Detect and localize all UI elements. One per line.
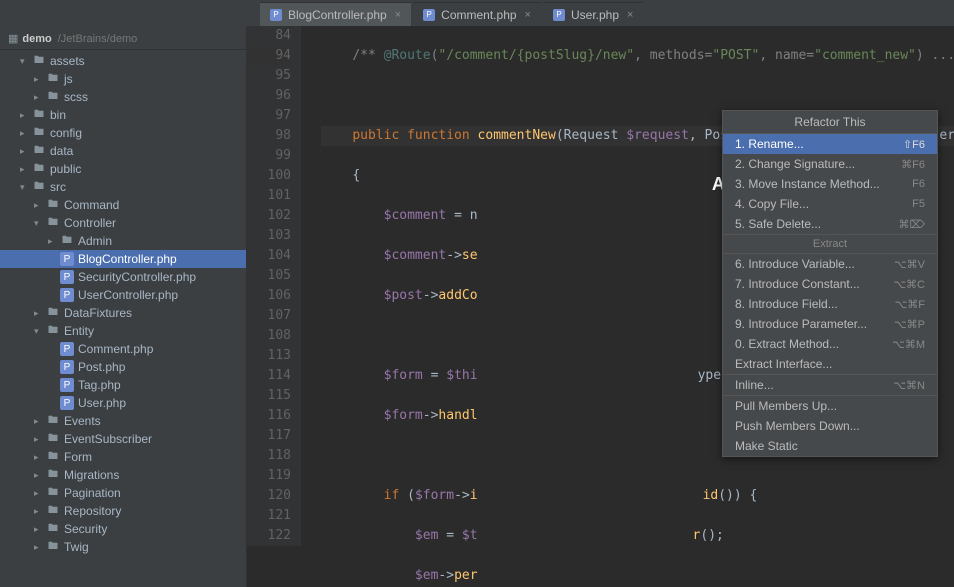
menu-item-shortcut: ⌥⌘V	[894, 258, 925, 271]
refactor-context-menu: Refactor This 1. Rename... ⇧F6 2. Change S…	[722, 110, 938, 457]
php-icon: P	[553, 9, 565, 21]
editor-tabs: P BlogController.php × P Comment.php × P…	[0, 0, 954, 26]
menu-item-label: 8. Introduce Field...	[735, 297, 838, 311]
menu-item-shortcut: ⌘⌦	[898, 218, 925, 231]
tree-folder-public[interactable]: ▸🖿public	[0, 160, 246, 178]
menu-item-move-instance-method-[interactable]: 3. Move Instance Method... F6	[723, 174, 937, 194]
tree-file-tag[interactable]: PTag.php	[0, 376, 246, 394]
tree-file-post[interactable]: PPost.php	[0, 358, 246, 376]
tree-folder-repository[interactable]: ▸🖿Repository	[0, 502, 246, 520]
menu-item-label: 1. Rename...	[735, 137, 804, 151]
php-icon: P	[423, 9, 435, 21]
tree-folder-admin[interactable]: ▸🖿Admin	[0, 232, 246, 250]
menu-item-label: 0. Extract Method...	[735, 337, 839, 351]
menu-item-introduce-field-[interactable]: 8. Introduce Field... ⌥⌘F	[723, 294, 937, 314]
menu-item-label: Extract Interface...	[735, 357, 832, 371]
tree-folder-events[interactable]: ▸🖿Events	[0, 412, 246, 430]
tab-user[interactable]: P User.php ×	[543, 2, 643, 26]
tree-folder-migrations[interactable]: ▸🖿Migrations	[0, 466, 246, 484]
breadcrumb[interactable]: ▦ demo /JetBrains/demo	[0, 28, 246, 50]
menu-item-shortcut: ⌥⌘N	[893, 379, 925, 392]
menu-item-shortcut: ⌥⌘F	[895, 298, 925, 311]
line-gutter: 84 949596 979899 100101102 103104105 106…	[247, 26, 301, 546]
menu-item-make-static[interactable]: Make Static	[723, 436, 937, 456]
tree-file-blogcontroller[interactable]: PBlogController.php	[0, 250, 246, 268]
menu-item-extract-interface-[interactable]: Extract Interface...	[723, 354, 937, 374]
tree-folder-twig[interactable]: ▸🖿Twig	[0, 538, 246, 556]
tree-folder-data[interactable]: ▸🖿data	[0, 142, 246, 160]
project-sidebar[interactable]: ▦ demo /JetBrains/demo ▾🖿assets ▸🖿js ▸🖿s…	[0, 26, 247, 587]
tree-file-comment[interactable]: PComment.php	[0, 340, 246, 358]
close-icon[interactable]: ×	[395, 9, 401, 21]
menu-item-label: 3. Move Instance Method...	[735, 177, 880, 191]
menu-item-label: Push Members Down...	[735, 419, 860, 433]
menu-item-introduce-variable-[interactable]: 6. Introduce Variable... ⌥⌘V	[723, 254, 937, 274]
tree-folder-bin[interactable]: ▸🖿bin	[0, 106, 246, 124]
menu-item-introduce-parameter-[interactable]: 9. Introduce Parameter... ⌥⌘P	[723, 314, 937, 334]
menu-item-shortcut: ⌥⌘C	[893, 278, 925, 291]
tree-folder-assets[interactable]: ▾🖿assets	[0, 52, 246, 70]
menu-item-shortcut: ⌥⌘P	[894, 318, 925, 331]
menu-item-safe-delete-[interactable]: 5. Safe Delete... ⌘⌦	[723, 214, 937, 234]
menu-item-label: 9. Introduce Parameter...	[735, 317, 867, 331]
menu-item-introduce-constant-[interactable]: 7. Introduce Constant... ⌥⌘C	[723, 274, 937, 294]
close-icon[interactable]: ×	[627, 9, 633, 21]
menu-item-push-members-down-[interactable]: Push Members Down...	[723, 416, 937, 436]
close-icon[interactable]: ×	[525, 9, 531, 21]
menu-section-extract: Extract	[723, 234, 937, 254]
tree-folder-scss[interactable]: ▸🖿scss	[0, 88, 246, 106]
tree-folder-js[interactable]: ▸🖿js	[0, 70, 246, 88]
tree-folder-entity[interactable]: ▾🖿Entity	[0, 322, 246, 340]
menu-item-shortcut: F6	[912, 178, 925, 190]
tree-folder-src[interactable]: ▾🖿src	[0, 178, 246, 196]
tree-folder-datafixtures[interactable]: ▸🖿DataFixtures	[0, 304, 246, 322]
tree-file-usercontroller[interactable]: PUserController.php	[0, 286, 246, 304]
tree-file-user[interactable]: PUser.php	[0, 394, 246, 412]
menu-item-shortcut: F5	[912, 198, 925, 210]
menu-item-pull-members-up-[interactable]: Pull Members Up...	[723, 396, 937, 416]
menu-item-label: 4. Copy File...	[735, 197, 809, 211]
tab-label: User.php	[571, 8, 619, 22]
breadcrumb-path: /JetBrains/demo	[58, 33, 137, 45]
tree-folder-pagination[interactable]: ▸🖿Pagination	[0, 484, 246, 502]
menu-item-shortcut: ⌘F6	[901, 158, 925, 171]
menu-item-rename-[interactable]: 1. Rename... ⇧F6	[723, 134, 937, 154]
file-tree: ▾🖿assets ▸🖿js ▸🖿scss ▸🖿bin ▸🖿config ▸🖿da…	[0, 50, 246, 558]
menu-item-shortcut: ⌥⌘M	[892, 338, 925, 351]
menu-item-copy-file-[interactable]: 4. Copy File... F5	[723, 194, 937, 214]
tree-folder-config[interactable]: ▸🖿config	[0, 124, 246, 142]
menu-item-inline-[interactable]: Inline... ⌥⌘N	[723, 375, 937, 395]
tree-file-securitycontroller[interactable]: PSecurityController.php	[0, 268, 246, 286]
code-editor[interactable]: 84 949596 979899 100101102 103104105 106…	[247, 26, 954, 587]
php-icon: P	[270, 9, 282, 21]
tree-folder-command[interactable]: ▸🖿Command	[0, 196, 246, 214]
breadcrumb-root: demo	[22, 33, 51, 45]
menu-item-label: Make Static	[735, 439, 798, 453]
tab-blogcontroller[interactable]: P BlogController.php ×	[260, 2, 411, 26]
menu-item-label: 7. Introduce Constant...	[735, 277, 860, 291]
tab-label: BlogController.php	[288, 8, 387, 22]
menu-item-shortcut: ⇧F6	[903, 138, 925, 151]
folder-icon: ▦	[8, 32, 18, 45]
tab-label: Comment.php	[441, 8, 516, 22]
menu-item-label: Pull Members Up...	[735, 399, 837, 413]
menu-item-label: 2. Change Signature...	[735, 157, 855, 171]
tree-folder-controller[interactable]: ▾🖿Controller	[0, 214, 246, 232]
menu-item-label: 5. Safe Delete...	[735, 217, 821, 231]
menu-item-change-signature-[interactable]: 2. Change Signature... ⌘F6	[723, 154, 937, 174]
menu-item-label: Inline...	[735, 378, 774, 392]
menu-item-label: 6. Introduce Variable...	[735, 257, 855, 271]
tab-comment[interactable]: P Comment.php ×	[413, 2, 541, 26]
tree-folder-form[interactable]: ▸🖿Form	[0, 448, 246, 466]
tree-folder-eventsubscriber[interactable]: ▸🖿EventSubscriber	[0, 430, 246, 448]
menu-title: Refactor This	[723, 111, 937, 134]
menu-item-extract-method-[interactable]: 0. Extract Method... ⌥⌘M	[723, 334, 937, 354]
tree-folder-security[interactable]: ▸🖿Security	[0, 520, 246, 538]
